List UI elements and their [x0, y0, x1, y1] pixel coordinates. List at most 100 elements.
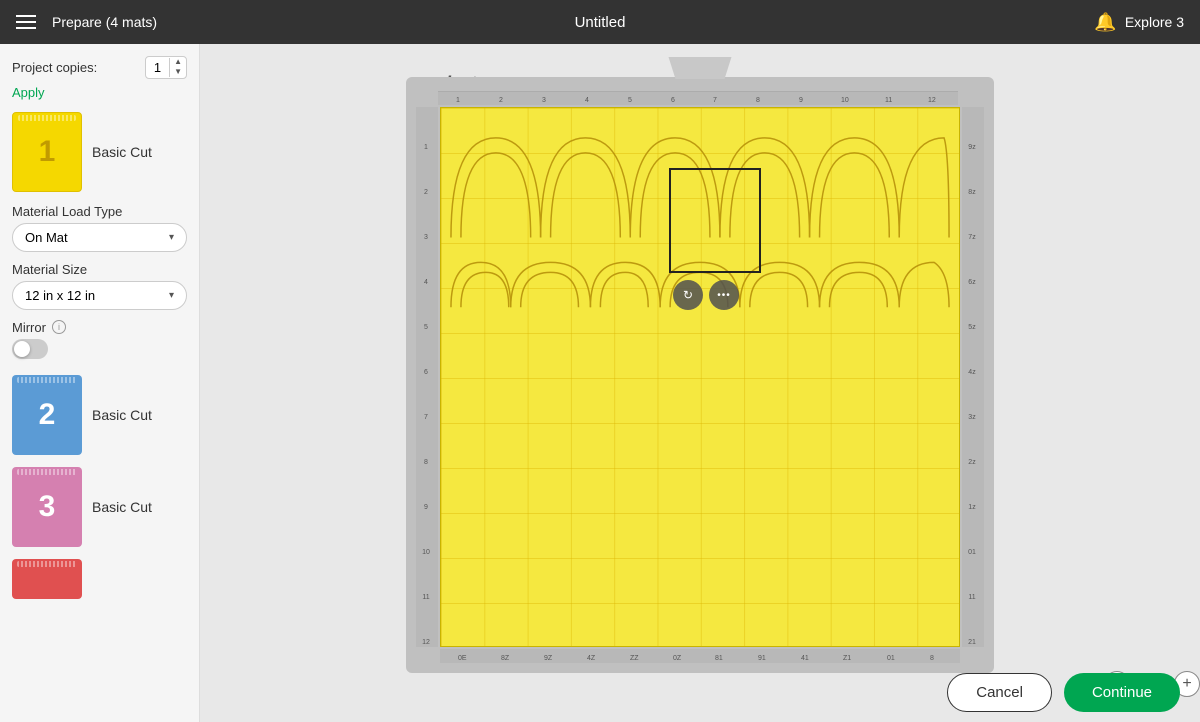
copies-down-button[interactable]: ▼ [170, 67, 186, 77]
svg-text:1: 1 [456, 97, 460, 104]
svg-text:2z: 2z [968, 459, 976, 466]
svg-text:8: 8 [756, 97, 760, 104]
svg-text:9: 9 [424, 504, 428, 511]
svg-text:7: 7 [713, 97, 717, 104]
main-layout: Project copies: 1 ▲ ▼ Apply 1 Basic Cut … [0, 44, 1200, 722]
mat-label-3: Basic Cut [92, 499, 152, 515]
svg-text:11: 11 [885, 97, 892, 104]
mat-action-buttons: ↻ ••• [673, 280, 739, 310]
document-title: Untitled [575, 14, 626, 31]
svg-text:5: 5 [424, 324, 428, 331]
mat-outer-frame: /* ruler ticks done inline */ 1 2 3 4 5 … [406, 77, 994, 673]
svg-text:1: 1 [424, 144, 428, 151]
material-load-chevron: ▾ [169, 232, 174, 243]
svg-text:ZZ: ZZ [630, 655, 639, 662]
svg-text:8Z: 8Z [501, 655, 510, 662]
svg-text:6: 6 [424, 369, 428, 376]
svg-text:8: 8 [424, 459, 428, 466]
mat-item-2[interactable]: 2 Basic Cut [12, 375, 187, 455]
material-size-label: Material Size [12, 262, 187, 277]
material-size-dropdown[interactable]: 12 in x 12 in ▾ [12, 281, 187, 310]
rotate-button[interactable]: ↻ [673, 280, 703, 310]
svg-text:9z: 9z [968, 144, 976, 151]
right-ruler-svg: 9z 8z 7z 6z 5z 4z 3z 2z 1z 01 11 21 [962, 107, 984, 647]
svg-text:41: 41 [801, 655, 809, 662]
top-ruler-bar: /* ruler ticks done inline */ 1 2 3 4 5 … [438, 91, 958, 105]
copies-up-button[interactable]: ▲ [170, 57, 186, 67]
material-load-dropdown[interactable]: On Mat ▾ [12, 223, 187, 252]
mat-grip-4 [17, 561, 77, 567]
svg-text:3: 3 [542, 97, 546, 104]
mat-canvas-container: cricut /* ruler ticks done inline */ 1 [406, 57, 994, 673]
material-size-chevron: ▾ [169, 290, 174, 301]
svg-text:5z: 5z [968, 324, 976, 331]
device-label: Explore 3 [1125, 14, 1184, 30]
header-right: 🔔 Explore 3 [1094, 12, 1184, 33]
mat-number-3: 3 [39, 490, 56, 524]
svg-text:Z1: Z1 [843, 655, 851, 662]
cancel-button[interactable]: Cancel [947, 673, 1052, 712]
mat-grip-1 [18, 115, 76, 121]
mirror-label: Mirror [12, 320, 46, 335]
svg-text:2: 2 [424, 189, 428, 196]
svg-text:11: 11 [968, 594, 975, 601]
apply-button[interactable]: Apply [12, 85, 45, 100]
svg-text:81: 81 [715, 655, 723, 662]
svg-text:1z: 1z [968, 504, 976, 511]
top-ruler: /* ruler ticks done inline */ 1 2 3 4 5 … [438, 91, 984, 105]
svg-text:9: 9 [799, 97, 803, 104]
window-title: Prepare (4 mats) [52, 14, 157, 30]
svg-text:3: 3 [424, 234, 428, 241]
svg-text:10: 10 [422, 549, 430, 556]
menu-button[interactable] [16, 15, 36, 29]
mat-handle-area [406, 57, 994, 79]
toggle-knob [14, 341, 30, 357]
material-size-value: 12 in x 12 in [25, 288, 95, 303]
sidebar: Project copies: 1 ▲ ▼ Apply 1 Basic Cut … [0, 44, 200, 722]
mirror-info-icon[interactable]: i [52, 320, 66, 334]
svg-text:7z: 7z [968, 234, 976, 241]
left-ruler: 1 2 3 4 5 6 7 8 9 10 11 12 [416, 107, 438, 647]
svg-text:4z: 4z [968, 369, 976, 376]
svg-text:11: 11 [422, 594, 429, 601]
mirror-row: Mirror i [12, 320, 187, 335]
svg-text:6z: 6z [968, 279, 976, 286]
material-load-section: Material Load Type On Mat ▾ [12, 204, 187, 252]
mat-handle-tab [665, 57, 735, 79]
mat-item-3[interactable]: 3 Basic Cut [12, 467, 187, 547]
svg-text:6: 6 [671, 97, 675, 104]
svg-text:10: 10 [841, 97, 849, 104]
mat-item-4[interactable] [12, 559, 187, 599]
mat-thumb-3: 3 [12, 467, 82, 547]
svg-text:3z: 3z [968, 414, 976, 421]
bottom-ruler-bar: 0E 8Z 9Z 4Z ZZ 0Z 81 91 41 Z1 01 8 [440, 649, 960, 663]
mat-number-1: 1 [39, 135, 56, 169]
mat-grip-2 [17, 377, 77, 383]
mat-thumb-2: 2 [12, 375, 82, 455]
svg-text:12: 12 [422, 639, 430, 646]
svg-text:91: 91 [758, 655, 766, 662]
svg-text:01: 01 [887, 655, 895, 662]
svg-text:01: 01 [968, 549, 976, 556]
material-load-value: On Mat [25, 230, 68, 245]
mirror-toggle[interactable] [12, 339, 48, 359]
mat-item-1[interactable]: 1 Basic Cut [12, 112, 187, 192]
mat-label-2: Basic Cut [92, 407, 152, 423]
footer: Cancel Continue [927, 663, 1200, 722]
mat-thumb-1: 1 [12, 112, 82, 192]
svg-text:4Z: 4Z [587, 655, 596, 662]
svg-text:5: 5 [628, 97, 632, 104]
notification-icon[interactable]: 🔔 [1094, 12, 1116, 33]
more-options-button[interactable]: ••• [709, 280, 739, 310]
svg-text:8z: 8z [968, 189, 976, 196]
material-size-section: Material Size 12 in x 12 in ▾ [12, 262, 187, 310]
svg-text:7: 7 [424, 414, 428, 421]
bottom-ruler-svg: 0E 8Z 9Z 4Z ZZ 0Z 81 91 41 Z1 01 8 [440, 649, 960, 663]
project-copies-row: Project copies: 1 ▲ ▼ [12, 56, 187, 79]
svg-text:8: 8 [930, 655, 934, 662]
top-ruler-svg: /* ruler ticks done inline */ 1 2 3 4 5 … [438, 91, 958, 105]
copies-value: 1 [146, 58, 170, 77]
mat-body: 1 2 3 4 5 6 7 8 9 10 11 12 [416, 107, 984, 647]
continue-button[interactable]: Continue [1064, 673, 1180, 712]
copies-spinner: 1 ▲ ▼ [145, 56, 187, 79]
